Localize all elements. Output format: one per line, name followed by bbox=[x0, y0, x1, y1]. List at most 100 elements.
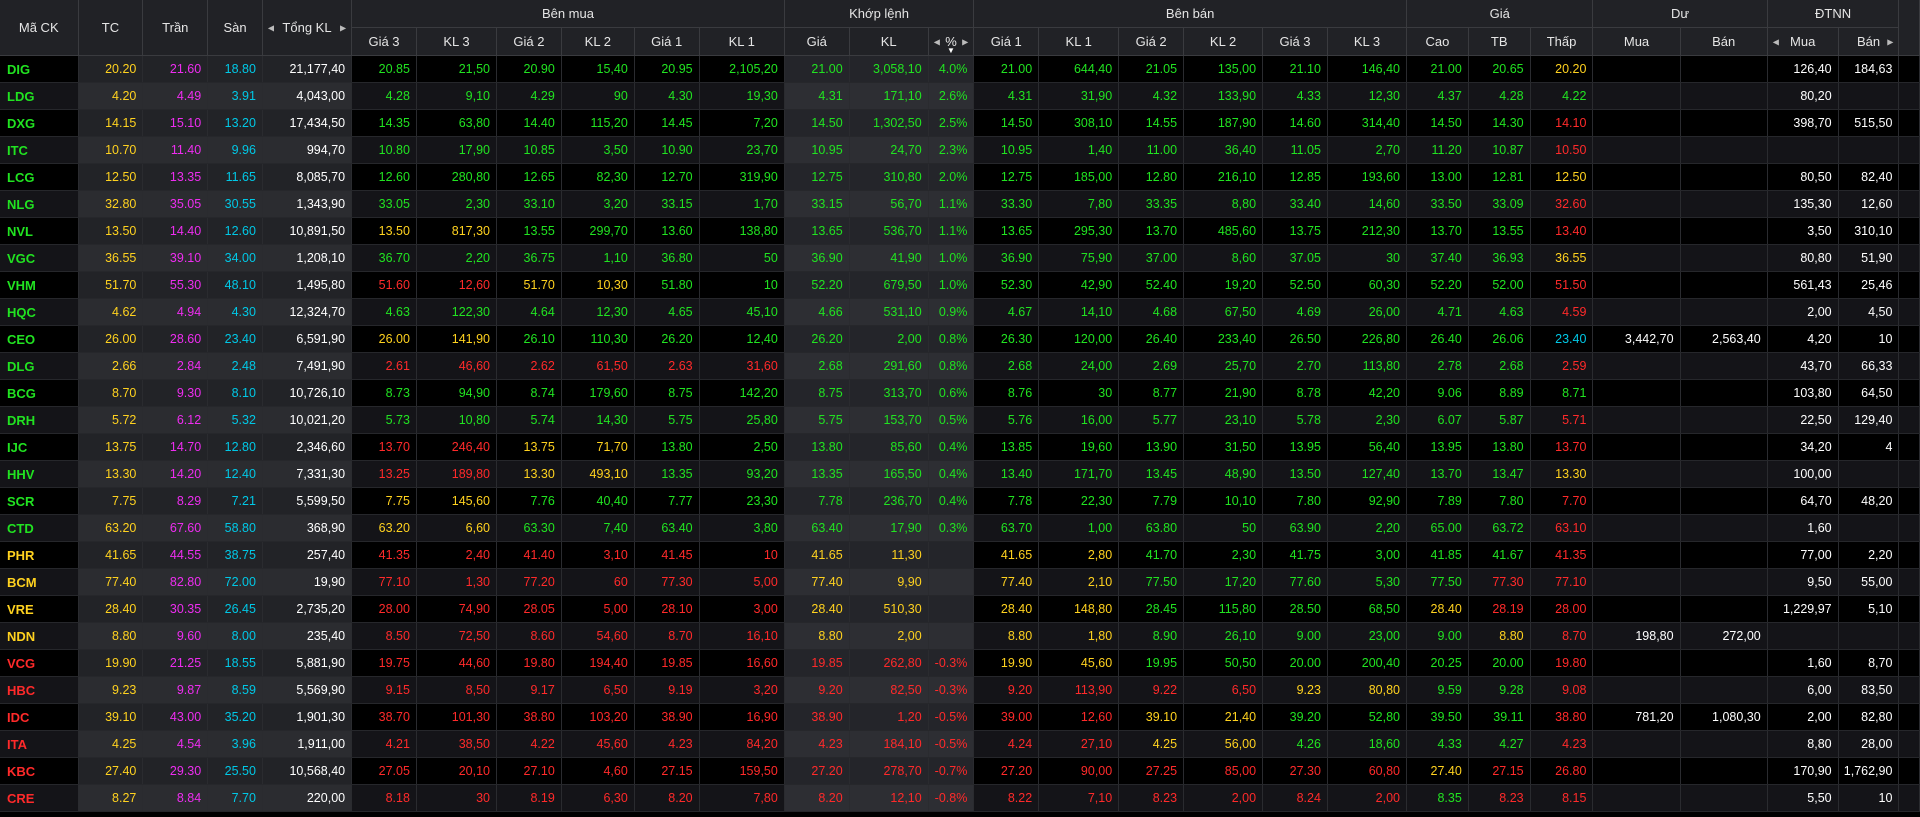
col-match-0[interactable]: Giá bbox=[784, 27, 850, 56]
table-row[interactable]: NVL 13.50 14.40 12.60 10,891,50 13.50 817,30 13… bbox=[0, 217, 1920, 245]
col-total-vol[interactable]: ◀ Tổng KL ▶ bbox=[262, 0, 353, 56]
table-row[interactable]: VCG 19.90 21.25 18.55 5,881,90 19.75 44,60 19.8… bbox=[0, 649, 1920, 677]
cell-symbol[interactable]: HHV bbox=[0, 460, 79, 488]
cell-symbol[interactable]: ITA bbox=[0, 730, 79, 758]
col-match-1[interactable]: KL bbox=[849, 27, 929, 56]
cell-symbol[interactable]: LDG bbox=[0, 82, 79, 110]
col-sell-1[interactable]: KL 1 bbox=[1038, 27, 1120, 56]
caret-left-icon[interactable]: ◀ bbox=[1773, 37, 1779, 46]
col-match-2[interactable]: ◀% ▶ ▼ bbox=[928, 27, 975, 56]
table-row[interactable]: HQC 4.62 4.94 4.30 12,324,70 4.63 122,30 4.64 12… bbox=[0, 298, 1920, 326]
table-row[interactable]: NDN 8.80 9.60 8.00 235,40 8.50 72,50 8.60 54,60 8… bbox=[0, 622, 1920, 650]
col-buy-2[interactable]: Giá 2 bbox=[496, 27, 562, 56]
col-sell-3[interactable]: KL 2 bbox=[1183, 27, 1264, 56]
caret-right-icon[interactable]: ▶ bbox=[340, 23, 346, 32]
col-pending-0[interactable]: Mua bbox=[1592, 27, 1681, 56]
sort-down-icon[interactable]: ▼ bbox=[947, 46, 955, 55]
table-row[interactable]: VHM 51.70 55.30 48.10 1,495,80 51.60 12,60 51.7… bbox=[0, 271, 1920, 299]
table-row[interactable]: DXG 14.15 15.10 13.20 17,434,50 14.35 63,80 14.… bbox=[0, 109, 1920, 137]
caret-right-icon[interactable]: ▶ bbox=[962, 37, 968, 46]
col-buy-5[interactable]: KL 1 bbox=[699, 27, 785, 56]
table-row[interactable]: HHV 13.30 14.20 12.40 7,331,30 13.25 189,80 13.… bbox=[0, 460, 1920, 488]
cell-buy-price3: 4.28 bbox=[351, 82, 417, 110]
col-symbol[interactable]: Mã CK bbox=[0, 0, 79, 56]
table-row[interactable]: IDC 39.10 43.00 35.20 1,901,30 38.70 101,30 38.… bbox=[0, 703, 1920, 731]
caret-left-icon[interactable]: ◀ bbox=[268, 23, 274, 32]
cell-symbol[interactable]: BCG bbox=[0, 379, 79, 407]
table-row[interactable]: BCG 8.70 9.30 8.10 10,726,10 8.73 94,90 8.74 179… bbox=[0, 379, 1920, 407]
caret-right-icon[interactable]: ▶ bbox=[1887, 37, 1893, 46]
col-sell-0[interactable]: Giá 1 bbox=[973, 27, 1040, 56]
caret-left-icon[interactable]: ◀ bbox=[934, 37, 940, 46]
cell-symbol[interactable]: KBC bbox=[0, 757, 79, 785]
cell-symbol[interactable]: VRE bbox=[0, 595, 79, 623]
table-row[interactable]: HBC 9.23 9.87 8.59 5,569,90 9.15 8,50 9.17 6,50 9… bbox=[0, 676, 1920, 704]
cell-symbol[interactable]: HQC bbox=[0, 298, 79, 326]
cell-symbol[interactable]: NVL bbox=[0, 217, 79, 245]
group-sell: Bên bán bbox=[973, 0, 1407, 28]
col-sell-4[interactable]: Giá 3 bbox=[1262, 27, 1328, 56]
cell-symbol[interactable]: IDC bbox=[0, 703, 79, 731]
price-board: Mã CK TC Trần Sàn ◀ Tổng KL ▶ Bên mua Kh… bbox=[0, 0, 1920, 812]
table-row[interactable]: BCM 77.40 82.80 72.00 19,90 77.10 1,30 77.20 60 7… bbox=[0, 568, 1920, 596]
table-row[interactable]: KBC 27.40 29.30 25.50 10,568,40 27.05 20,10 27.… bbox=[0, 757, 1920, 785]
cell-symbol[interactable]: NDN bbox=[0, 622, 79, 650]
table-row[interactable]: CTD 63.20 67.60 58.80 368,90 63.20 6,60 63.30 7,… bbox=[0, 514, 1920, 542]
table-row[interactable]: DIG 20.20 21.60 18.80 21,177,40 20.85 21,50 20.… bbox=[0, 55, 1920, 83]
table-row[interactable]: NLG 32.80 35.05 30.55 1,343,90 33.05 2,30 33.10… bbox=[0, 190, 1920, 218]
col-sell-5[interactable]: KL 3 bbox=[1327, 27, 1407, 56]
col-sell-2[interactable]: Giá 2 bbox=[1118, 27, 1185, 56]
col-buy-0[interactable]: Giá 3 bbox=[351, 27, 417, 56]
cell-symbol[interactable]: ITC bbox=[0, 136, 79, 164]
col-ceil[interactable]: Trần bbox=[142, 0, 209, 56]
table-row[interactable]: VRE 28.40 30.35 26.45 2,735,20 28.00 74,90 28.0… bbox=[0, 595, 1920, 623]
cell-symbol[interactable]: DXG bbox=[0, 109, 79, 137]
col-pending-1[interactable]: Bán bbox=[1680, 27, 1768, 56]
col-buy-4[interactable]: Giá 1 bbox=[634, 27, 700, 56]
cell-avg: 4.63 bbox=[1468, 298, 1531, 326]
cell-buy-vol1: 84,20 bbox=[699, 730, 785, 758]
cell-symbol[interactable]: LCG bbox=[0, 163, 79, 191]
cell-symbol[interactable]: BCM bbox=[0, 568, 79, 596]
col-ref[interactable]: TC bbox=[78, 0, 144, 56]
col-price-2[interactable]: Thấp bbox=[1530, 27, 1594, 56]
table-row[interactable]: SCR 7.75 8.29 7.21 5,599,50 7.75 145,60 7.76 40,… bbox=[0, 487, 1920, 515]
col-foreign-1[interactable]: Bán ▶ bbox=[1838, 27, 1900, 56]
table-row[interactable]: CRE 8.27 8.84 7.70 220,00 8.18 30 8.19 6,30 8.20 7… bbox=[0, 784, 1920, 812]
table-row[interactable]: ITC 10.70 11.40 9.96 994,70 10.80 17,90 10.85 3,… bbox=[0, 136, 1920, 164]
col-price-1[interactable]: TB bbox=[1468, 27, 1531, 56]
cell-match-pct: 0.3% bbox=[928, 514, 975, 542]
col-buy-1[interactable]: KL 3 bbox=[416, 27, 497, 56]
table-row[interactable]: PHR 41.65 44.55 38.75 257,40 41.35 2,40 41.40 3,… bbox=[0, 541, 1920, 569]
cell-symbol[interactable]: PHR bbox=[0, 541, 79, 569]
table-row[interactable]: IJC 13.75 14.70 12.80 2,346,60 13.70 246,40 13.… bbox=[0, 433, 1920, 461]
cell-symbol[interactable]: VCG bbox=[0, 649, 79, 677]
table-row[interactable]: VGC 36.55 39.10 34.00 1,208,10 36.70 2,20 36.75… bbox=[0, 244, 1920, 272]
cell-sell-price1: 8.80 bbox=[973, 622, 1040, 650]
col-price-0[interactable]: Cao bbox=[1406, 27, 1469, 56]
cell-symbol[interactable]: VGC bbox=[0, 244, 79, 272]
cell-symbol[interactable]: HBC bbox=[0, 676, 79, 704]
cell-buy-vol3: 94,90 bbox=[416, 379, 497, 407]
cell-symbol[interactable]: SCR bbox=[0, 487, 79, 515]
col-buy-3[interactable]: KL 2 bbox=[561, 27, 635, 56]
table-row[interactable]: DRH 5.72 6.12 5.32 10,021,20 5.73 10,80 5.74 14,… bbox=[0, 406, 1920, 434]
cell-symbol[interactable]: DRH bbox=[0, 406, 79, 434]
scroll-gutter[interactable] bbox=[1898, 0, 1920, 56]
cell-symbol[interactable]: IJC bbox=[0, 433, 79, 461]
table-row[interactable]: LDG 4.20 4.49 3.91 4,043,00 4.28 9,10 4.29 90 4.3… bbox=[0, 82, 1920, 110]
cell-ref: 13.50 bbox=[78, 217, 144, 245]
table-row[interactable]: ITA 4.25 4.54 3.96 1,911,00 4.21 38,50 4.22 45,6… bbox=[0, 730, 1920, 758]
table-row[interactable]: CEO 26.00 28.60 23.40 6,591,90 26.00 141,90 26.… bbox=[0, 325, 1920, 353]
cell-symbol[interactable]: NLG bbox=[0, 190, 79, 218]
cell-symbol[interactable]: VHM bbox=[0, 271, 79, 299]
table-row[interactable]: LCG 12.50 13.35 11.65 8,085,70 12.60 280,80 12.… bbox=[0, 163, 1920, 191]
cell-symbol[interactable]: CRE bbox=[0, 784, 79, 812]
cell-symbol[interactable]: DIG bbox=[0, 55, 79, 83]
cell-symbol[interactable]: CTD bbox=[0, 514, 79, 542]
col-floor[interactable]: Sàn bbox=[207, 0, 263, 56]
cell-symbol[interactable]: DLG bbox=[0, 352, 79, 380]
table-row[interactable]: DLG 2.66 2.84 2.48 7,491,90 2.61 46,60 2.62 61,5… bbox=[0, 352, 1920, 380]
col-foreign-0[interactable]: ◀ Mua bbox=[1767, 27, 1839, 56]
cell-symbol[interactable]: CEO bbox=[0, 325, 79, 353]
